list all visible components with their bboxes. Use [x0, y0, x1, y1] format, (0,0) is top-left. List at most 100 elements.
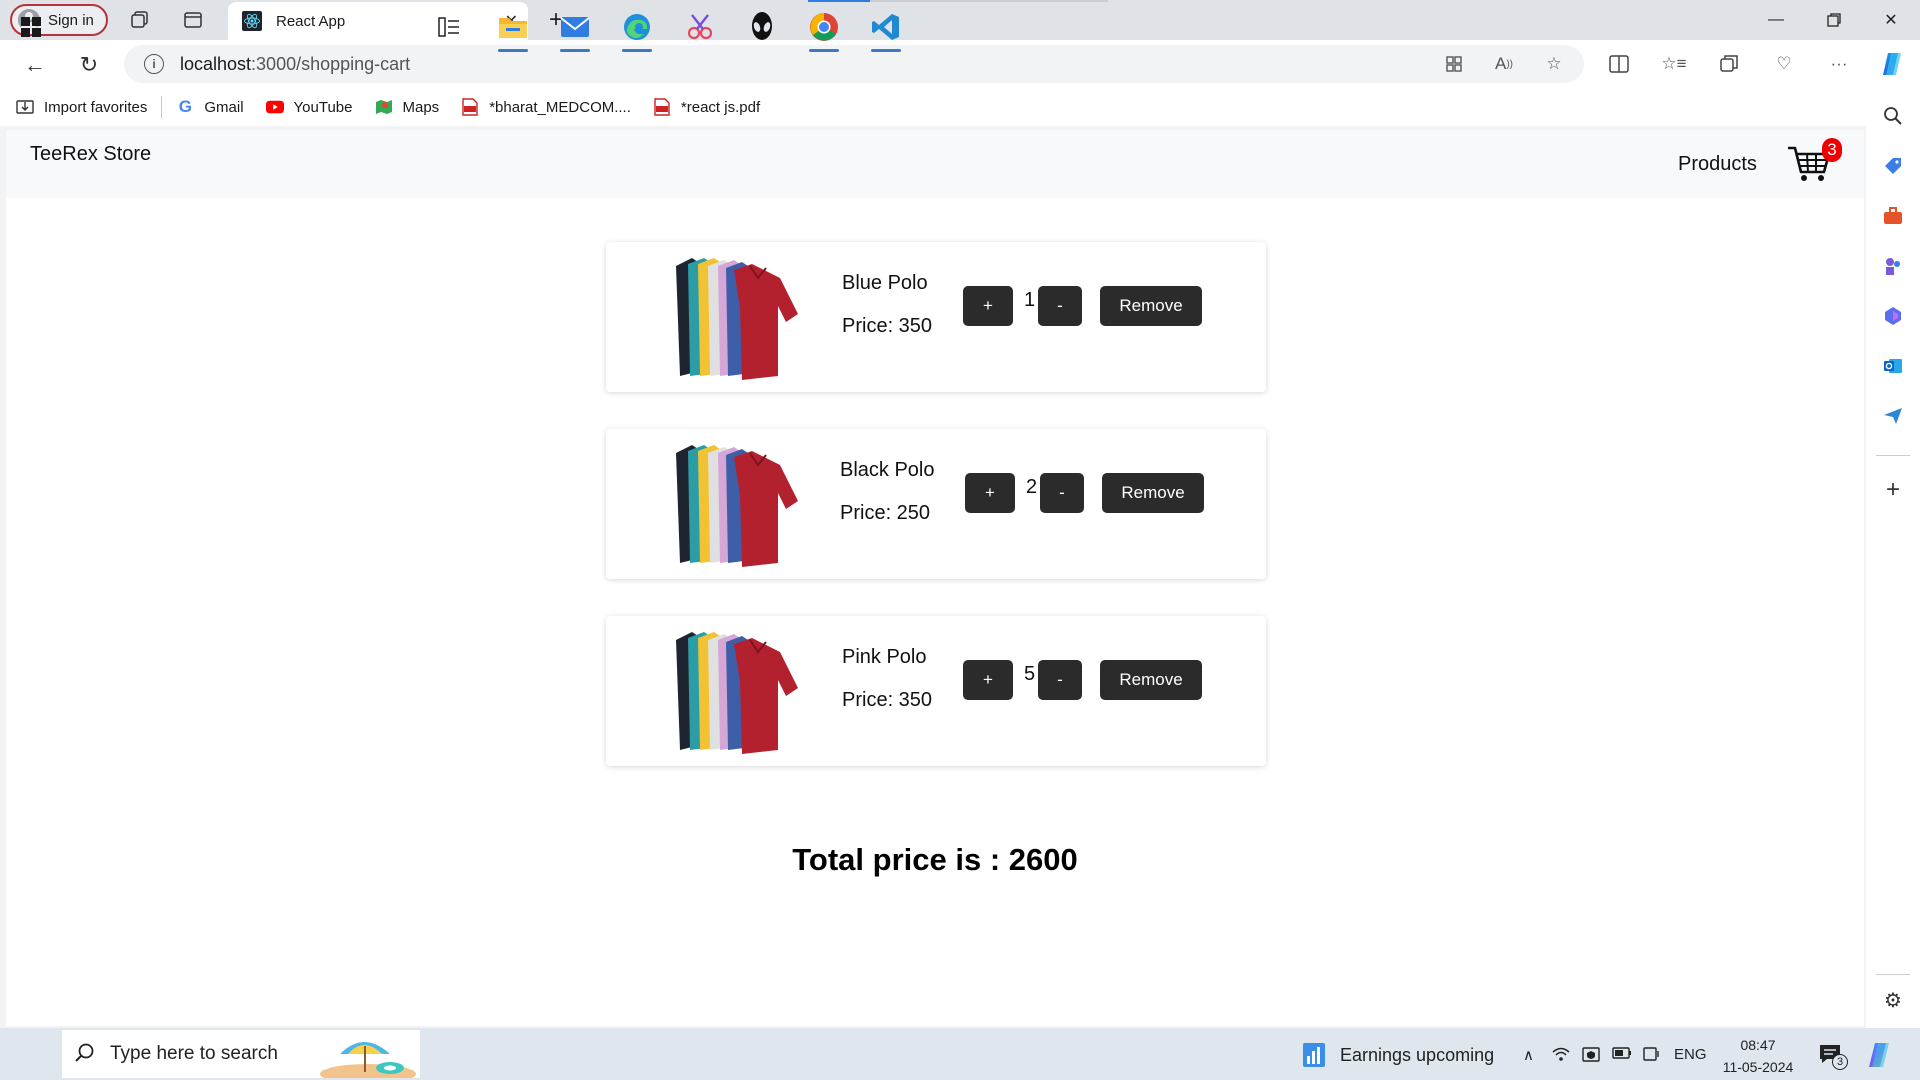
increment-button[interactable]: +: [965, 473, 1015, 513]
favorites-list-icon[interactable]: ☆≡: [1661, 52, 1686, 76]
products-link[interactable]: Products: [1678, 153, 1757, 176]
outlook-icon[interactable]: [1881, 354, 1905, 378]
bookmark-label: Gmail: [204, 98, 244, 116]
games-icon[interactable]: [1881, 254, 1905, 278]
tab-loading-indicator: [808, 0, 1108, 2]
total-price: Total price is : 2600: [792, 842, 1078, 877]
tab-title: React App: [276, 12, 346, 30]
bookmark-divider: [161, 96, 163, 118]
chevron-up-icon[interactable]: ∧: [1523, 1046, 1534, 1064]
copilot-icon[interactable]: [1878, 50, 1906, 78]
app-navbar: TeeRex Store Products 3: [6, 130, 1864, 198]
bookmark-label: Maps: [402, 98, 440, 116]
cart-item-card: Black Polo Price: 250 + 2 - Remove: [606, 429, 1266, 579]
copilot-taskbar-icon[interactable]: [1864, 1040, 1894, 1070]
vertical-tabs-icon[interactable]: [181, 8, 205, 32]
taskbar-search-placeholder: Type here to search: [110, 1043, 278, 1064]
notification-count-badge: 3: [1832, 1054, 1848, 1070]
cart-count-badge: 3: [1822, 138, 1842, 162]
brand-link[interactable]: TeeRex Store: [30, 143, 151, 166]
back-arrow-icon[interactable]: ←: [20, 50, 50, 80]
notification-center-icon[interactable]: 3: [1818, 1042, 1848, 1073]
bookmark-gmail[interactable]: G Gmail: [176, 97, 244, 116]
item-name: Blue Polo: [842, 272, 928, 294]
search-icon[interactable]: [1881, 104, 1905, 128]
tab-react-app[interactable]: React App ✕: [228, 2, 528, 40]
settings-more-icon[interactable]: ···: [1827, 52, 1851, 76]
task-view-icon[interactable]: [432, 10, 466, 44]
vscode-icon[interactable]: [869, 10, 903, 52]
sidebar-divider: [1876, 455, 1910, 456]
bookmark-youtube[interactable]: YouTube: [265, 98, 353, 116]
bookmark-label: YouTube: [293, 98, 353, 116]
tools-icon[interactable]: [1881, 204, 1905, 228]
send-icon[interactable]: [1881, 404, 1905, 428]
windows-start-icon[interactable]: [14, 10, 48, 44]
increment-button[interactable]: +: [963, 660, 1013, 700]
item-quantity: 2: [1026, 476, 1038, 498]
youtube-icon: [265, 98, 284, 116]
mail-icon[interactable]: [558, 10, 592, 52]
pdf-icon: [653, 98, 671, 116]
item-quantity: 1: [1024, 289, 1036, 311]
react-logo-icon: [242, 11, 262, 31]
bookmark-pdf-react[interactable]: *react js.pdf: [653, 98, 760, 116]
file-explorer-icon[interactable]: [496, 10, 530, 52]
remove-button[interactable]: Remove: [1100, 660, 1202, 700]
item-name: Black Polo: [840, 459, 935, 481]
bookmark-label: Import favorites: [44, 98, 148, 116]
bookmark-label: *react js.pdf: [680, 98, 761, 116]
remove-button[interactable]: Remove: [1102, 473, 1204, 513]
microsoft-365-icon[interactable]: [1881, 304, 1905, 328]
import-icon: [16, 98, 34, 116]
clock-time: 08:47: [1740, 1037, 1776, 1053]
url-path: :3000/shopping-cart: [251, 53, 411, 74]
close-window-icon[interactable]: ✕: [1877, 6, 1905, 34]
language-indicator[interactable]: ENG: [1674, 1046, 1707, 1063]
news-widget-text[interactable]: Earnings upcoming: [1340, 1045, 1494, 1066]
decrement-button[interactable]: -: [1038, 660, 1082, 700]
shopping-tag-icon[interactable]: [1881, 154, 1905, 178]
refresh-icon[interactable]: ↻: [74, 50, 104, 80]
bookmark-pdf-bharat[interactable]: *bharat_MEDCOM....: [461, 98, 631, 116]
restore-icon[interactable]: [1820, 6, 1848, 34]
speaker-icon[interactable]: [1643, 1046, 1661, 1066]
favorite-star-icon[interactable]: ☆: [1542, 52, 1566, 76]
chrome-icon[interactable]: [807, 10, 841, 52]
cart-item-card: Pink Polo Price: 350 + 5 - Remove: [606, 616, 1266, 766]
workspaces-icon[interactable]: [128, 8, 152, 32]
bookmark-import-favorites[interactable]: Import favorites: [16, 98, 147, 116]
split-screen-icon[interactable]: [1607, 52, 1631, 76]
bookmarks-bar: Import favorites G Gmail YouTube Maps *b…: [0, 88, 1920, 126]
apps-icon[interactable]: [1442, 52, 1466, 76]
remove-button[interactable]: Remove: [1100, 286, 1202, 326]
taskbar-clock[interactable]: 08:47 11-05-2024: [1720, 1034, 1796, 1078]
increment-button[interactable]: +: [963, 286, 1013, 326]
pdf-icon: [461, 98, 479, 116]
collections-icon[interactable]: [1717, 52, 1741, 76]
item-price: Price: 350: [842, 689, 933, 711]
url-field[interactable]: i localhost:3000/shopping-cart: [124, 45, 1584, 83]
battery-icon[interactable]: [1612, 1046, 1632, 1064]
url-host: localhost: [180, 53, 252, 74]
sidebar-divider: [1876, 974, 1910, 975]
decrement-button[interactable]: -: [1038, 286, 1082, 326]
stocks-icon[interactable]: [1302, 1042, 1326, 1068]
read-aloud-icon[interactable]: A)): [1492, 52, 1516, 76]
snipping-tool-icon[interactable]: [683, 10, 717, 44]
add-icon[interactable]: +: [1881, 476, 1905, 503]
minimize-icon[interactable]: —: [1762, 6, 1790, 34]
clock-date: 11-05-2024: [1722, 1059, 1794, 1075]
bookmark-maps[interactable]: Maps: [375, 98, 440, 116]
item-name: Pink Polo: [842, 646, 927, 668]
defender-icon[interactable]: [1582, 1046, 1600, 1068]
network-icon[interactable]: [1552, 1046, 1570, 1066]
browser-essentials-icon[interactable]: ♡: [1772, 52, 1796, 76]
gear-icon[interactable]: ⚙: [1881, 988, 1905, 1012]
item-price: Price: 250: [840, 502, 931, 524]
edge-browser-icon[interactable]: [620, 10, 654, 52]
alienware-icon[interactable]: [745, 10, 779, 44]
decrement-button[interactable]: -: [1040, 473, 1084, 513]
site-info-icon[interactable]: i: [144, 54, 164, 74]
search-icon: [75, 1043, 94, 1062]
